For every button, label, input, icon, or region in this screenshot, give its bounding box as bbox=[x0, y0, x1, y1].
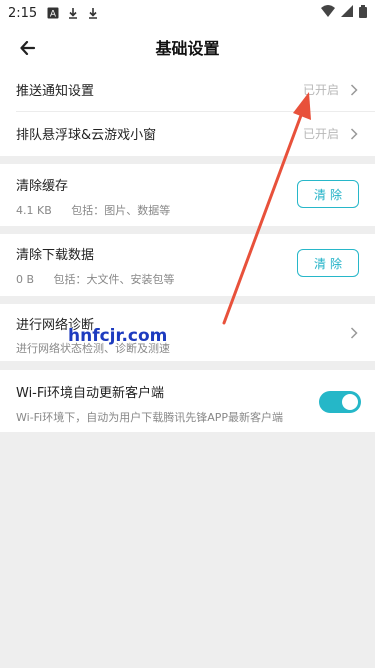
a-icon: A bbox=[47, 7, 59, 19]
section-notifications: 推送通知设置 已开启 排队悬浮球&云游戏小窗 已开启 bbox=[0, 68, 375, 156]
wifi-update-toggle[interactable] bbox=[319, 391, 361, 413]
chevron-right-icon bbox=[349, 83, 359, 97]
wifi-update-label: Wi-Fi环境自动更新客户端 bbox=[16, 386, 165, 401]
cache-size: 4.1 KB bbox=[16, 204, 52, 217]
signal-icon bbox=[341, 5, 353, 21]
push-setting-row[interactable]: 推送通知设置 已开启 bbox=[0, 68, 375, 111]
float-window-value: 已开启 bbox=[302, 127, 339, 141]
download-size: 0 B bbox=[16, 273, 35, 286]
svg-text:A: A bbox=[50, 10, 57, 20]
push-setting-label: 推送通知设置 bbox=[16, 84, 95, 99]
float-window-row[interactable]: 排队悬浮球&云游戏小窗 已开启 bbox=[0, 112, 375, 155]
clear-cache-section: 清除缓存 4.1 KB 包括：图片、数据等 清除 bbox=[0, 164, 375, 226]
cache-detail: 包括：图片、数据等 bbox=[71, 204, 171, 217]
chevron-right-icon bbox=[349, 326, 359, 340]
back-button[interactable] bbox=[16, 36, 40, 60]
clear-cache-button[interactable]: 清除 bbox=[297, 180, 359, 208]
download-icon bbox=[87, 7, 99, 19]
status-bar: 2:15 A bbox=[0, 0, 375, 26]
float-window-label: 排队悬浮球&云游戏小窗 bbox=[16, 128, 157, 143]
wifi-update-section: Wi-Fi环境自动更新客户端 Wi-Fi环境下，自动为用户下载腾讯先锋APP最新… bbox=[0, 370, 375, 432]
clear-download-label: 清除下载数据 bbox=[16, 248, 95, 263]
push-setting-value: 已开启 bbox=[302, 83, 339, 97]
header: 基础设置 bbox=[0, 26, 375, 68]
download-icon bbox=[67, 7, 79, 19]
battery-icon bbox=[359, 4, 367, 22]
status-time: 2:15 bbox=[8, 5, 38, 21]
chevron-right-icon bbox=[349, 127, 359, 141]
network-diagnose-row[interactable]: 进行网络诊断 进行网络状态检测、诊断及测速 bbox=[0, 304, 375, 361]
clear-download-button[interactable]: 清除 bbox=[297, 249, 359, 277]
download-detail: 包括：大文件、安装包等 bbox=[53, 273, 175, 286]
wifi-update-detail: Wi-Fi环境下，自动为用户下载腾讯先锋APP最新客户端 bbox=[16, 411, 284, 424]
page-title: 基础设置 bbox=[155, 39, 220, 58]
wifi-icon bbox=[321, 5, 335, 21]
back-arrow-icon bbox=[20, 41, 36, 55]
clear-cache-label: 清除缓存 bbox=[16, 179, 69, 194]
clear-download-section: 清除下载数据 0 B 包括：大文件、安装包等 清除 bbox=[0, 234, 375, 296]
watermark: hnfcjr.com bbox=[68, 326, 168, 346]
toggle-knob bbox=[342, 394, 358, 410]
